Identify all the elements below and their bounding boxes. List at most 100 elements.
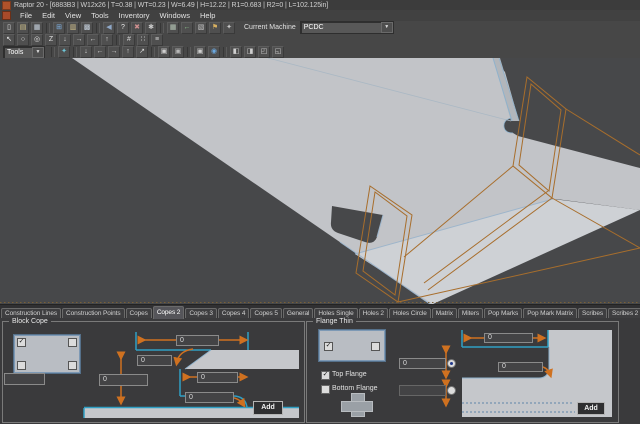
toolbar-separator xyxy=(46,23,50,33)
thin-radius-field[interactable]: 0 xyxy=(498,362,543,372)
viewport-3d[interactable] xyxy=(0,58,640,304)
delete-icon[interactable]: ✖ xyxy=(131,22,143,34)
menu-tools[interactable]: Tools xyxy=(86,11,114,21)
move-up-icon[interactable]: ↑ xyxy=(101,34,113,46)
toolbar-main: ▯▤▦⊞▥▩◀?✖✱▦←▧⚑✦ Current Machine PCDC ▼ xyxy=(0,21,640,35)
new-document-icon[interactable]: ▯ xyxy=(3,22,15,34)
cope-top-width-field[interactable]: 0 xyxy=(176,335,219,346)
pointer-icon[interactable]: ↗ xyxy=(136,46,148,58)
copy-icon[interactable]: ▣ xyxy=(158,46,170,58)
cope-depth-field[interactable]: 0 xyxy=(99,374,148,386)
move-left-icon[interactable]: ← xyxy=(87,34,99,46)
beam-profile-icon xyxy=(341,401,373,412)
top-depth-radio[interactable] xyxy=(447,359,456,368)
chevron-down-icon[interactable]: ▼ xyxy=(381,22,393,33)
current-machine-label: Current Machine xyxy=(244,24,296,31)
menu-view[interactable]: View xyxy=(60,11,86,21)
arrow-up-icon[interactable]: ↑ xyxy=(122,46,134,58)
menu-edit[interactable]: Edit xyxy=(37,11,60,21)
corner-top-left-checkbox[interactable]: ✓ xyxy=(17,338,26,347)
undo-icon[interactable]: ← xyxy=(181,22,193,34)
menu-file[interactable]: File xyxy=(15,11,37,21)
save-all-icon[interactable]: ▩ xyxy=(81,22,93,34)
menu-windows[interactable]: Windows xyxy=(155,11,195,21)
app-logo-icon xyxy=(2,1,11,10)
block-cope-title: Block Cope xyxy=(9,318,51,326)
beam-3d-render xyxy=(0,58,640,304)
toolbar-separator xyxy=(223,47,227,57)
circle-tool-icon[interactable]: ○ xyxy=(17,34,29,46)
arrow-right-icon[interactable]: → xyxy=(108,46,120,58)
bottom-flange-label: Bottom Flange xyxy=(332,384,378,393)
select-cursor-icon[interactable]: ↖ xyxy=(3,34,15,46)
current-machine-value: PCDC xyxy=(301,24,381,31)
open-folder-icon[interactable]: ▤ xyxy=(17,22,29,34)
folder-icon[interactable]: ▥ xyxy=(67,22,79,34)
current-machine-dropdown[interactable]: PCDC ▼ xyxy=(300,21,394,34)
feature-panel: Block Cope xyxy=(0,318,640,424)
corner-bottom-right-checkbox[interactable] xyxy=(68,361,77,370)
audio-icon[interactable]: ◀ xyxy=(103,22,115,34)
arrow-down-icon[interactable]: ↓ xyxy=(80,46,92,58)
cope-corner-selector: ✓ xyxy=(14,335,80,373)
flange-thin-add-button[interactable]: Add xyxy=(577,402,605,415)
cope-end-offset-field[interactable] xyxy=(4,373,45,385)
save-icon[interactable]: ▦ xyxy=(31,22,43,34)
flange-left-checkbox[interactable]: ✓ xyxy=(324,342,333,351)
tools-dropdown[interactable]: Tools ▼ xyxy=(3,46,45,59)
corner-bottom-left-checkbox[interactable] xyxy=(17,361,26,370)
table-icon[interactable]: ▦ xyxy=(167,22,179,34)
move-down-icon[interactable]: ↓ xyxy=(59,34,71,46)
bottom-flange-checkbox[interactable] xyxy=(321,385,330,394)
layout-right-icon[interactable]: ◨ xyxy=(244,46,256,58)
grid-snap-icon[interactable]: # xyxy=(123,34,135,46)
toolbar-main-icons: ▯▤▦⊞▥▩◀?✖✱▦←▧⚑✦ xyxy=(2,22,236,34)
flange-right-checkbox[interactable] xyxy=(371,342,380,351)
settings-gear-icon[interactable]: ✱ xyxy=(145,22,157,34)
wrench-icon[interactable]: ✦ xyxy=(223,22,235,34)
arrow-left-icon[interactable]: ← xyxy=(94,46,106,58)
flange-thin-group: Flange Thin xyxy=(306,321,619,423)
toolbar-separator xyxy=(187,47,191,57)
paste-icon[interactable]: ▣ xyxy=(172,46,184,58)
duplicate-icon[interactable]: ▣ xyxy=(194,46,206,58)
application-window: Raptor 20 - [6883B3 | W12x26 | T=0.38 | … xyxy=(0,0,640,424)
cope-mid-width-field[interactable]: 0 xyxy=(197,372,238,383)
top-flange-label: Top Flange xyxy=(332,370,367,379)
flag-icon[interactable]: ⚑ xyxy=(209,22,221,34)
z-axis-tool-icon[interactable]: Z xyxy=(45,34,57,46)
thin-bottom-depth-field[interactable] xyxy=(399,385,446,396)
cutter-icon[interactable]: ✦ xyxy=(58,46,70,58)
layout-left-icon[interactable]: ◧ xyxy=(230,46,242,58)
menu-items: FileEditViewToolsInventoryWindowsHelp xyxy=(15,11,220,21)
chevron-down-icon[interactable]: ▼ xyxy=(32,47,44,58)
cope-upper-left-field[interactable]: 0 xyxy=(137,355,172,366)
toolbar-draw-icons: ↖○◎Z↓→←↑ #∷≡ xyxy=(2,34,164,46)
move-right-icon[interactable]: → xyxy=(73,34,85,46)
app-menu-icon xyxy=(2,11,11,20)
thin-top-depth-field[interactable]: 0 xyxy=(399,358,446,369)
cope-radius-field[interactable]: 0 xyxy=(185,392,234,403)
layers-icon[interactable]: ≡ xyxy=(151,34,163,46)
toolbar-separator xyxy=(151,47,155,57)
tools-dropdown-value: Tools xyxy=(4,49,32,56)
tab-copes-2[interactable]: Copes 2 xyxy=(153,306,185,319)
toolbar-separator xyxy=(160,23,164,33)
menu-inventory[interactable]: Inventory xyxy=(114,11,155,21)
bottom-depth-radio[interactable] xyxy=(447,386,456,395)
menu-help[interactable]: Help xyxy=(195,11,220,21)
layout-top-icon[interactable]: ◰ xyxy=(258,46,270,58)
points-icon[interactable]: ∷ xyxy=(137,34,149,46)
refresh-icon[interactable]: ◉ xyxy=(208,46,220,58)
sheet-icon[interactable]: ▧ xyxy=(195,22,207,34)
grid-view-icon[interactable]: ⊞ xyxy=(53,22,65,34)
circle-center-tool-icon[interactable]: ◎ xyxy=(31,34,43,46)
toolbar-separator xyxy=(73,47,77,57)
help-icon[interactable]: ? xyxy=(117,22,129,34)
layout-grid-icon[interactable]: ◱ xyxy=(272,46,284,58)
block-cope-add-button[interactable]: Add xyxy=(253,401,283,415)
thin-top-length-field[interactable]: 0 xyxy=(484,333,533,343)
corner-top-right-checkbox[interactable] xyxy=(68,338,77,347)
top-flange-checkbox[interactable]: ✓ xyxy=(321,371,330,380)
block-cope-group: Block Cope xyxy=(2,321,305,423)
